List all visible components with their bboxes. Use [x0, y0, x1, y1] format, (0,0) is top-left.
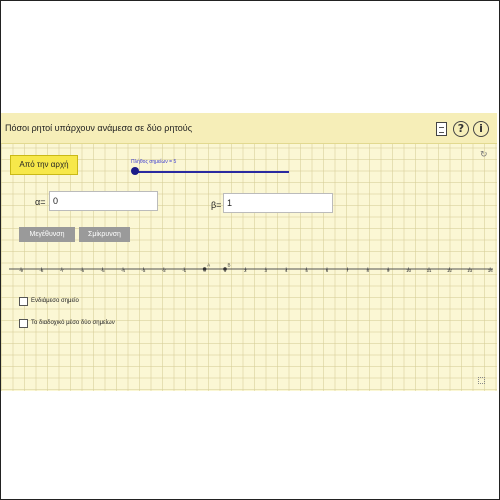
- slider-label: Πλήθος σημείων = 5: [131, 159, 177, 165]
- axis-tick-label: -7: [60, 268, 64, 273]
- help-icon[interactable]: ?: [453, 121, 469, 137]
- info-icon[interactable]: i: [473, 121, 489, 137]
- zoom-out-button[interactable]: Σμίκρυνση: [79, 227, 130, 242]
- document-icon[interactable]: [436, 122, 447, 136]
- zoom-in-button[interactable]: Μεγέθυνση: [19, 227, 75, 242]
- reset-button[interactable]: Από την αρχή: [10, 155, 78, 175]
- midpoint-checkbox[interactable]: [19, 297, 28, 306]
- point-b[interactable]: [223, 267, 227, 271]
- axis-tick-label: -9: [19, 268, 23, 273]
- axis-tick-label: 12: [447, 268, 453, 273]
- axis-tick-label: 14: [488, 268, 493, 273]
- points-slider-track[interactable]: [135, 171, 289, 173]
- refresh-icon[interactable]: ↻: [480, 150, 488, 160]
- axis-tick-label: -8: [39, 268, 43, 273]
- beta-label: β=: [211, 200, 222, 210]
- point-label-a: A: [207, 263, 210, 268]
- axis-tick-label: -4: [121, 268, 125, 273]
- point-label-b: B: [228, 263, 231, 268]
- axis-tick-label: -6: [80, 268, 84, 273]
- axis-tick-label: -1: [182, 268, 186, 273]
- midpoint-checkbox-label: Ενδιάμεσο σημείο: [31, 298, 79, 304]
- alpha-label: α=: [35, 197, 46, 207]
- point-a[interactable]: [202, 267, 207, 271]
- axis-tick-label: 11: [427, 268, 432, 273]
- applet-title: Πόσοι ρητοί υπάρχουν ανάμεσα σε δύο ρητο…: [5, 123, 193, 133]
- axis-tick-label: -5: [101, 268, 105, 273]
- successive-midpoint-checkbox[interactable]: [19, 319, 28, 328]
- axis-tick-label: -3: [141, 268, 145, 273]
- axis-tick-label: 10: [406, 268, 412, 273]
- axis-tick-label: -2: [162, 268, 166, 273]
- beta-input[interactable]: 1: [223, 193, 333, 213]
- successive-midpoint-checkbox-label: Το διαδοχικό μέσο δύο σημείων: [31, 320, 115, 326]
- points-slider-handle[interactable]: [131, 167, 139, 175]
- number-line[interactable]: -9-8-7-6-5-4-3-2-101234567891011121314AB: [9, 258, 493, 284]
- fullscreen-icon[interactable]: [478, 377, 485, 384]
- axis-tick-label: 13: [467, 268, 473, 273]
- alpha-input[interactable]: 0: [49, 191, 158, 211]
